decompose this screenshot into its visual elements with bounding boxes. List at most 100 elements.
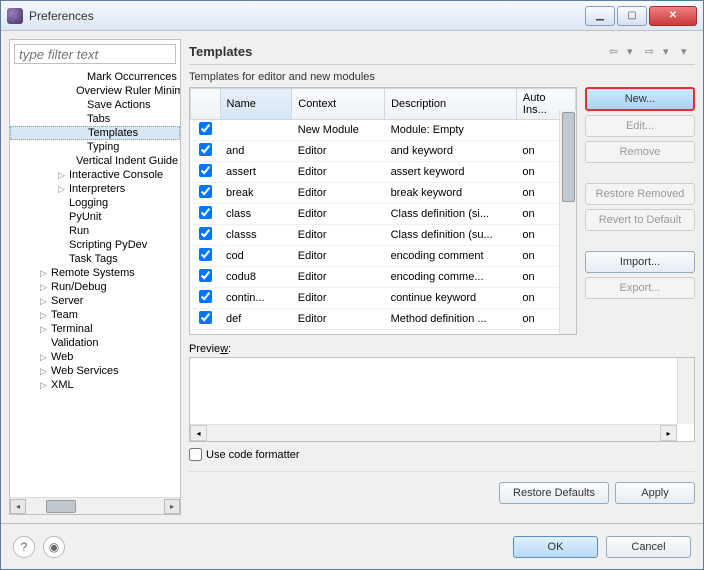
help-icon[interactable]: ? [13, 536, 35, 558]
table-row[interactable]: classsEditorClass definition (su...on [191, 225, 576, 246]
tree-item[interactable]: Mark Occurrences [10, 70, 180, 84]
row-checkbox[interactable] [199, 143, 212, 156]
table-row[interactable]: classEditorClass definition (si...on [191, 204, 576, 225]
view-menu-icon[interactable]: ▾ [681, 45, 695, 59]
cell-context: New Module [292, 120, 385, 141]
table-row[interactable]: assertEditorassert keywordon [191, 162, 576, 183]
expand-icon[interactable]: ▷ [56, 184, 67, 195]
col-checkbox[interactable] [191, 89, 221, 120]
filter-input[interactable] [14, 44, 176, 64]
use-formatter-checkbox[interactable] [189, 448, 202, 461]
tree-item[interactable]: Task Tags [10, 252, 180, 266]
row-checkbox[interactable] [199, 122, 212, 135]
row-checkbox[interactable] [199, 248, 212, 261]
table-vscroll[interactable] [559, 110, 576, 334]
tree-item[interactable]: Tabs [10, 112, 180, 126]
tree-item[interactable]: Templates [10, 126, 180, 140]
scroll-thumb[interactable] [46, 500, 76, 513]
expand-icon[interactable]: ▷ [38, 282, 49, 293]
forward-icon[interactable]: ⇨ [645, 45, 659, 59]
tree-hscroll[interactable]: ◂ ▸ [10, 497, 180, 514]
export-button[interactable]: Export... [585, 277, 695, 299]
tree-item[interactable]: Scripting PyDev [10, 238, 180, 252]
ok-button[interactable]: OK [513, 536, 598, 558]
tree-item[interactable]: ▷Server [10, 294, 180, 308]
col-context[interactable]: Context [292, 89, 385, 120]
table-row[interactable]: andEditorand keywordon [191, 141, 576, 162]
row-checkbox[interactable] [199, 290, 212, 303]
scroll-right-icon[interactable]: ▸ [164, 499, 180, 514]
row-checkbox[interactable] [199, 206, 212, 219]
expand-icon[interactable]: ▷ [38, 352, 49, 363]
tree-label: Vertical Indent Guide [76, 155, 178, 167]
cell-name: codu8 [220, 267, 292, 288]
cancel-button[interactable]: Cancel [606, 536, 691, 558]
tree-label: Templates [88, 127, 138, 139]
tree-label: Server [51, 295, 83, 307]
tree-label: PyUnit [69, 211, 101, 223]
expand-icon[interactable]: ▷ [38, 380, 49, 391]
scroll-left-icon[interactable]: ◂ [10, 499, 26, 514]
back-menu-icon[interactable]: ▾ [627, 45, 641, 59]
apply-button[interactable]: Apply [615, 482, 695, 504]
cell-description: and keyword [385, 141, 517, 162]
restore-defaults-button[interactable]: Restore Defaults [499, 482, 609, 504]
row-checkbox[interactable] [199, 227, 212, 240]
revert-default-button[interactable]: Revert to Default [585, 209, 695, 231]
tree-item[interactable]: ▷Interactive Console [10, 168, 180, 182]
table-row[interactable]: New ModuleModule: Empty [191, 120, 576, 141]
tree-item[interactable]: Save Actions [10, 98, 180, 112]
titlebar[interactable]: Preferences ▁ ▢ ✕ [1, 1, 703, 31]
col-description[interactable]: Description [385, 89, 517, 120]
row-checkbox[interactable] [199, 185, 212, 198]
expand-icon[interactable]: ▷ [38, 324, 49, 335]
remove-button[interactable]: Remove [585, 141, 695, 163]
expand-icon[interactable]: ▷ [56, 170, 67, 181]
row-checkbox[interactable] [199, 311, 212, 324]
status-icon[interactable]: ◉ [43, 536, 65, 558]
edit-button[interactable]: Edit... [585, 115, 695, 137]
tree-item[interactable]: Typing [10, 140, 180, 154]
forward-menu-icon[interactable]: ▾ [663, 45, 677, 59]
tree-label: Scripting PyDev [69, 239, 147, 251]
row-checkbox[interactable] [199, 269, 212, 282]
tree-item[interactable]: Vertical Indent Guide [10, 154, 180, 168]
back-icon[interactable]: ⇦ [609, 45, 623, 59]
tree-item[interactable]: ▷Run/Debug [10, 280, 180, 294]
table-row[interactable]: breakEditorbreak keywordon [191, 183, 576, 204]
cell-context: Editor [292, 309, 385, 330]
tree-item[interactable]: Overview Ruler Minimap [10, 84, 180, 98]
expand-icon[interactable]: ▷ [38, 268, 49, 279]
preview-vscroll[interactable] [677, 358, 694, 424]
close-button[interactable]: ✕ [649, 6, 697, 26]
row-checkbox[interactable] [199, 164, 212, 177]
table-row[interactable]: codu8Editorencoding comme...on [191, 267, 576, 288]
table-row[interactable]: codEditorencoding commenton [191, 246, 576, 267]
tree-item[interactable]: ▷Remote Systems [10, 266, 180, 280]
tree-item[interactable]: Logging [10, 196, 180, 210]
minimize-button[interactable]: ▁ [585, 6, 615, 26]
expand-icon[interactable]: ▷ [38, 310, 49, 321]
expand-icon[interactable]: ▷ [38, 366, 49, 377]
tree-item[interactable]: ▷Terminal [10, 322, 180, 336]
restore-removed-button[interactable]: Restore Removed [585, 183, 695, 205]
cell-context: Editor [292, 204, 385, 225]
maximize-button[interactable]: ▢ [617, 6, 647, 26]
tree-item[interactable]: ▷Web Services [10, 364, 180, 378]
tree-item[interactable]: ▷XML [10, 378, 180, 392]
tree-item[interactable]: ▷Team [10, 308, 180, 322]
tree-item[interactable]: ▷Web [10, 350, 180, 364]
tree-item[interactable]: Run [10, 224, 180, 238]
col-name[interactable]: Name [220, 89, 292, 120]
import-button[interactable]: Import... [585, 251, 695, 273]
tree-item[interactable]: PyUnit [10, 210, 180, 224]
expand-icon[interactable]: ▷ [38, 296, 49, 307]
new-button[interactable]: New... [585, 87, 695, 111]
tree-item[interactable]: ▷Interpreters [10, 182, 180, 196]
navigation-pane: Mark OccurrencesOverview Ruler MinimapSa… [9, 39, 181, 515]
table-row[interactable]: defEditorMethod definition ...on [191, 309, 576, 330]
table-row[interactable]: contin...Editorcontinue keywordon [191, 288, 576, 309]
preferences-tree[interactable]: Mark OccurrencesOverview Ruler MinimapSa… [10, 68, 180, 497]
preview-hscroll[interactable]: ◂▸ [190, 424, 677, 441]
tree-item[interactable]: Validation [10, 336, 180, 350]
